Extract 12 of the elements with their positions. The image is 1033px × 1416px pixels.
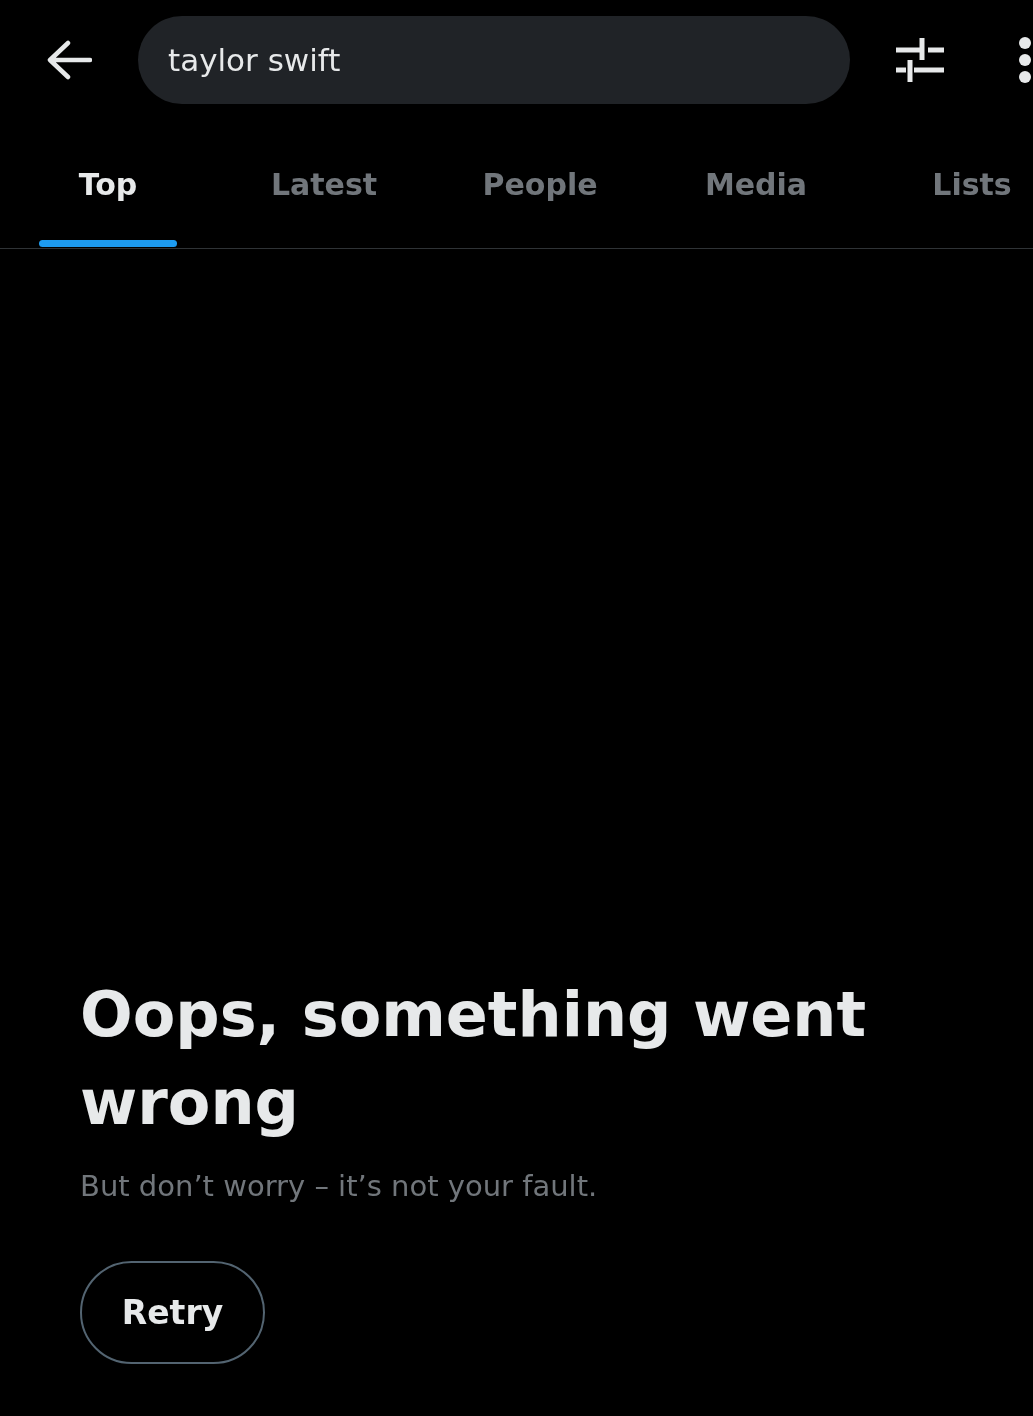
tab[interactable]: Lists <box>864 120 1033 248</box>
search-field[interactable]: taylor swift <box>138 16 850 104</box>
retry-button[interactable]: Retry <box>80 1261 265 1364</box>
tab[interactable]: Top <box>0 120 216 248</box>
error-title: Oops, something went wrong <box>80 977 868 1141</box>
sliders-icon[interactable] <box>896 38 944 82</box>
back-arrow-icon[interactable] <box>46 40 92 80</box>
tab[interactable]: People <box>432 120 648 248</box>
error-message: But don’t worry – it’s not your fault. <box>80 1169 598 1203</box>
tab[interactable]: Media <box>648 120 864 248</box>
tab[interactable]: Latest <box>216 120 432 248</box>
more-options-icon[interactable] <box>1018 37 1032 83</box>
